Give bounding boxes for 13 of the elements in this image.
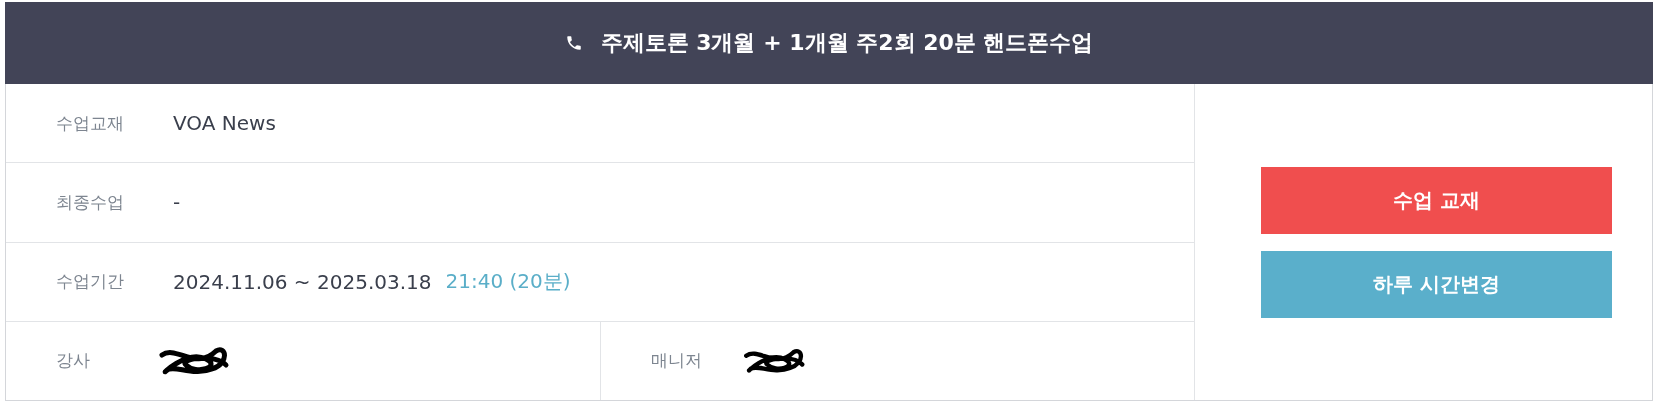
field-value: 2024.11.06 ~ 2025.03.18 — [173, 269, 432, 294]
field-label: 강사 — [56, 349, 91, 373]
course-title: 주제토론 3개월 + 1개월 주2회 20분 핸드폰수업 — [600, 29, 1094, 57]
reschedule-button[interactable]: 하루 시간변경 — [1261, 250, 1612, 318]
class-time: 21:40 (20분) — [445, 268, 571, 296]
field-value: - — [173, 190, 181, 215]
field-label: 매니저 — [650, 349, 703, 373]
field-label: 수업기간 — [56, 270, 125, 294]
textbook-button[interactable]: 수업 교재 — [1261, 166, 1612, 234]
field-value: VOA News — [173, 111, 276, 136]
field-label: 수업교재 — [56, 111, 125, 135]
field-label: 최종수업 — [56, 190, 125, 214]
phone-icon — [564, 34, 583, 52]
